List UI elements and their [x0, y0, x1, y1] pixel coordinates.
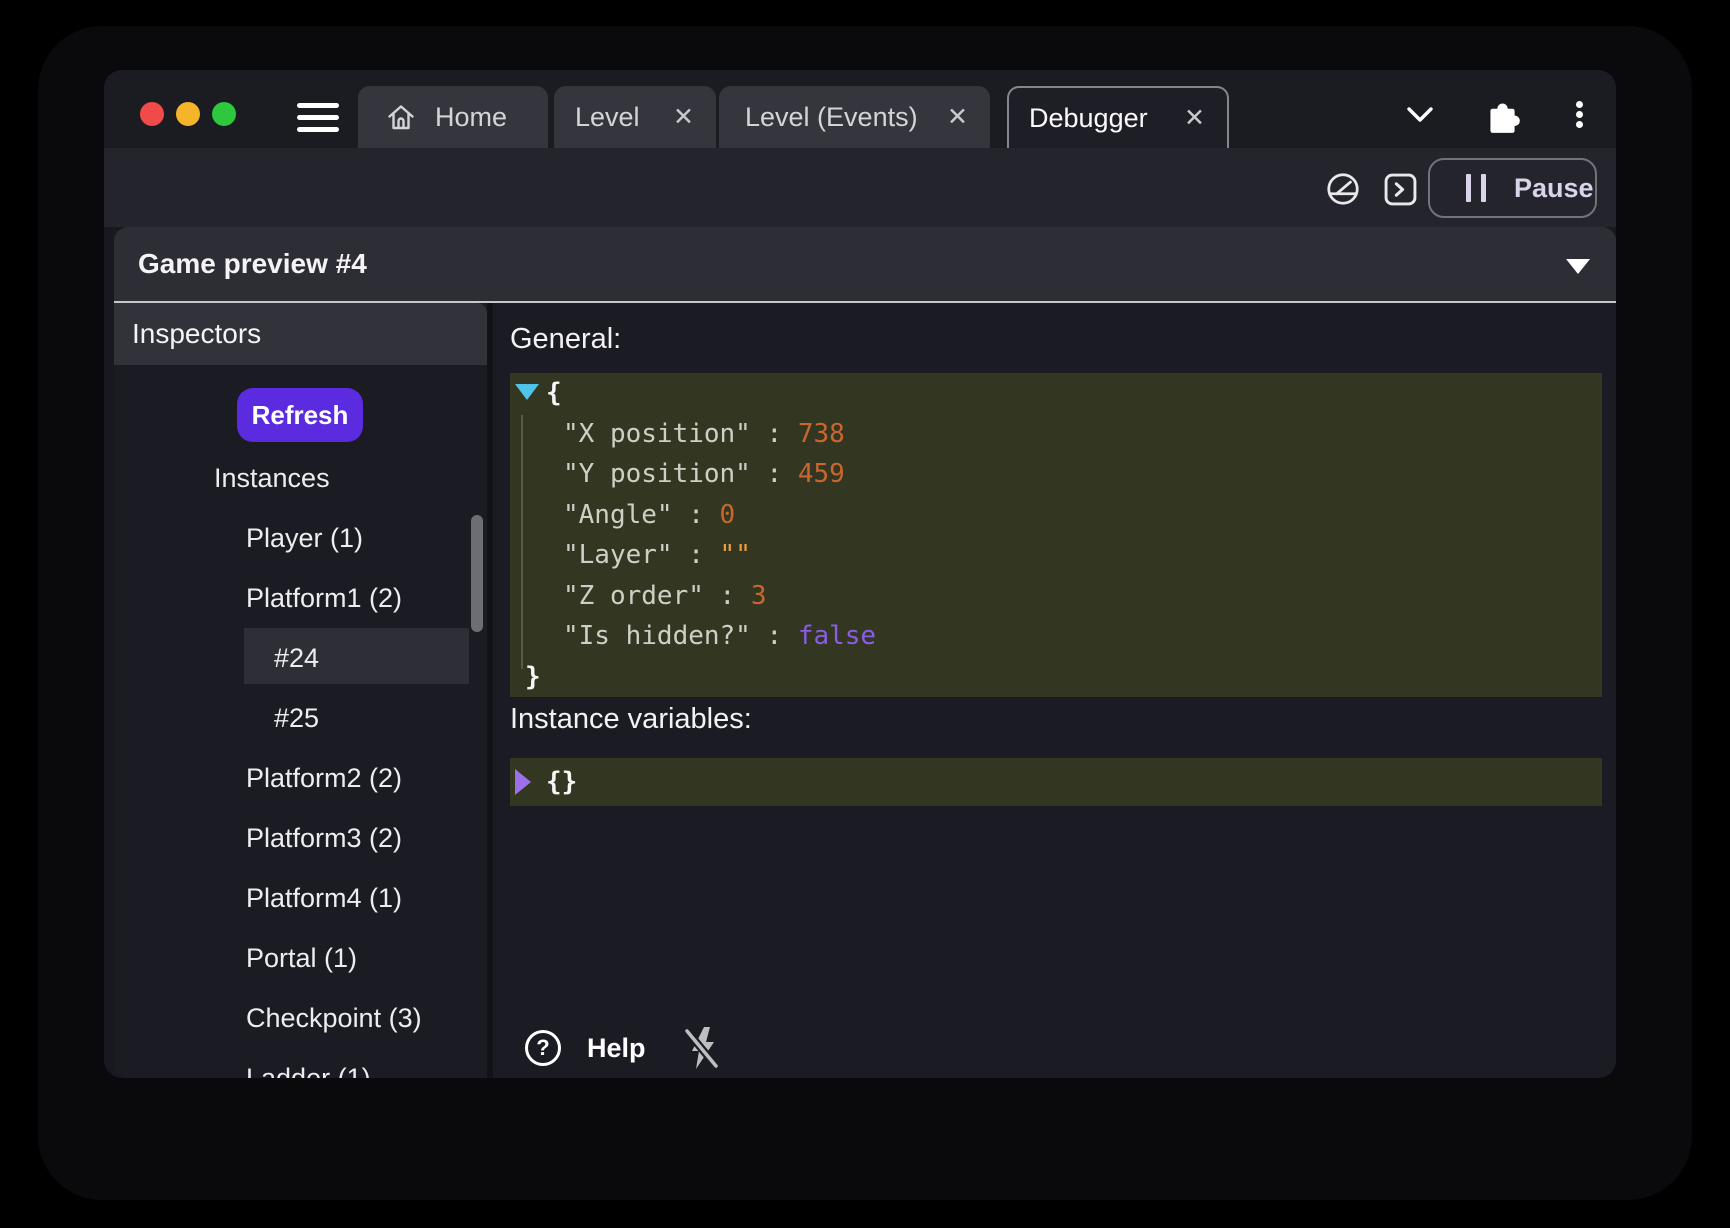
variables-value: {} [546, 767, 577, 797]
tree-item-platform2[interactable]: Platform2 (2) [114, 748, 487, 808]
close-window-button[interactable] [140, 102, 164, 126]
open-brace: { [546, 378, 562, 408]
tree-item-player[interactable]: Player (1) [114, 508, 487, 568]
main-menu-icon[interactable] [297, 103, 339, 132]
debugger-panel: Game preview #4 Inspectors Refresh Insta… [114, 227, 1616, 1078]
flash-off-icon[interactable] [682, 1025, 722, 1071]
sidebar-scrollbar-thumb[interactable] [471, 515, 483, 632]
panel-body: Inspectors Refresh Instances Player (1) … [114, 303, 1616, 1078]
tab-home[interactable]: Home [358, 86, 548, 148]
close-tab-icon[interactable]: ✕ [947, 105, 968, 130]
help-row: ? Help [523, 1025, 722, 1071]
close-tab-icon[interactable]: ✕ [1184, 106, 1205, 131]
tab-level[interactable]: Level ✕ [554, 86, 716, 148]
tree-item-platform3[interactable]: Platform3 (2) [114, 808, 487, 868]
json-row-y-position: "Y position" : 459 [510, 454, 1602, 495]
profiler-gauge-icon[interactable] [1326, 172, 1360, 206]
game-preview-title: Game preview #4 [138, 248, 367, 280]
tab-bar: Home Level ✕ Level (Events) ✕ Debugger ✕ [104, 70, 1616, 148]
game-preview-dropdown[interactable]: Game preview #4 [114, 227, 1616, 303]
json-value: 738 [798, 419, 845, 449]
tree-item-platform1[interactable]: Platform1 (2) [114, 568, 487, 628]
tree-item-checkpoint[interactable]: Checkpoint (3) [114, 988, 487, 1048]
general-json-viewer: { "X position" : 738 "Y position" : 459 … [510, 373, 1602, 697]
json-value: 3 [751, 581, 767, 611]
extensions-puzzle-icon[interactable] [1484, 94, 1520, 136]
console-icon[interactable] [1384, 173, 1417, 206]
tab-level-events[interactable]: Level (Events) ✕ [719, 86, 990, 148]
json-value: false [798, 621, 876, 651]
expand-node-icon[interactable] [515, 769, 531, 795]
inspectors-header: Inspectors [114, 303, 487, 365]
tree-item-portal[interactable]: Portal (1) [114, 928, 487, 988]
svg-text:?: ? [536, 1035, 549, 1060]
screenshot-stage: Home Level ✕ Level (Events) ✕ Debugger ✕ [0, 0, 1730, 1228]
refresh-button[interactable]: Refresh [237, 388, 363, 442]
question-circle-icon: ? [523, 1028, 563, 1068]
instance-variables-label: Instance variables: [510, 703, 752, 736]
home-icon [385, 101, 417, 133]
instances-tree: Instances Player (1) Platform1 (2) #24 # [114, 448, 487, 1078]
instance-variables-viewer: {} [510, 758, 1602, 806]
maximize-window-button[interactable] [212, 102, 236, 126]
inspectors-sidebar: Inspectors Refresh Instances Player (1) … [114, 303, 487, 1078]
pause-button[interactable]: Pause [1428, 158, 1597, 218]
tree-item-platform4[interactable]: Platform4 (1) [114, 868, 487, 928]
help-button[interactable]: ? Help [523, 1028, 646, 1068]
general-label: General: [510, 323, 621, 356]
tree-item-ladder[interactable]: Ladder (1) [114, 1048, 487, 1078]
tree-item-instance-25[interactable]: #25 [114, 688, 487, 748]
inspectors-header-label: Inspectors [132, 318, 261, 350]
json-value: 459 [798, 459, 845, 489]
inspector-detail: General: { "X position" : 738 "Y positio… [493, 303, 1616, 1078]
chevron-down-icon[interactable] [1406, 106, 1434, 123]
pause-label: Pause [1514, 173, 1594, 204]
help-label: Help [587, 1033, 646, 1064]
tab-debugger-active[interactable]: Debugger ✕ [1007, 86, 1229, 148]
pause-icon [1466, 174, 1486, 202]
debugger-toolbar: Pause [104, 148, 1616, 227]
collapse-node-icon[interactable] [515, 384, 539, 400]
tab-label: Debugger [1029, 103, 1148, 134]
json-row-layer: "Layer" : "" [510, 535, 1602, 576]
json-row-angle: "Angle" : 0 [510, 495, 1602, 536]
minimize-window-button[interactable] [176, 102, 200, 126]
traffic-lights [140, 102, 236, 126]
json-row-z-order: "Z order" : 3 [510, 576, 1602, 617]
close-tab-icon[interactable]: ✕ [673, 105, 694, 130]
more-options-icon[interactable] [1576, 101, 1584, 131]
tree-item-instances[interactable]: Instances [114, 448, 487, 508]
json-value: "" [720, 540, 751, 570]
tab-label: Level [575, 102, 640, 133]
tab-label: Home [435, 102, 507, 133]
dropdown-caret-icon [1566, 259, 1590, 274]
indent-guide [521, 415, 523, 669]
tab-label: Level (Events) [745, 102, 918, 133]
tree-item-instance-24-selected[interactable]: #24 [114, 628, 487, 688]
close-brace: } [525, 662, 541, 692]
json-row-is-hidden: "Is hidden?" : false [510, 616, 1602, 657]
app-window: Home Level ✕ Level (Events) ✕ Debugger ✕ [104, 70, 1616, 1078]
json-value: 0 [720, 500, 736, 530]
json-row-x-position: "X position" : 738 [510, 414, 1602, 455]
